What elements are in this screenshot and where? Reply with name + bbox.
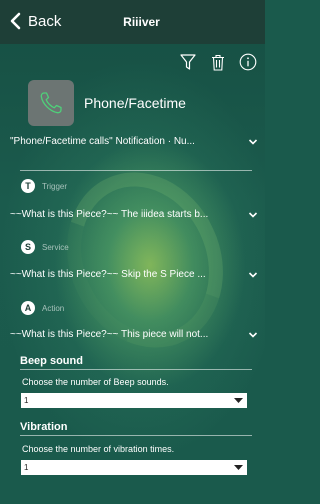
navigation-bar: Back Riiiver	[0, 0, 265, 44]
vibration-description: Choose the number of vibration times.	[22, 444, 175, 454]
chevron-down-icon	[248, 211, 258, 218]
piece-title: Phone/Facetime	[84, 95, 186, 111]
screen-background: Back Riiiver Phone/Facetime "Phone/Facet…	[0, 0, 265, 504]
page-title: Riiiver	[123, 15, 160, 29]
trash-icon	[212, 54, 224, 71]
vibration-divider	[20, 435, 252, 436]
trigger-text: ~~What is this Piece?~~ The iiidea start…	[10, 209, 209, 220]
action-dropdown[interactable]: ~~What is this Piece?~~ This piece will …	[10, 329, 258, 340]
app-icon	[28, 80, 74, 126]
service-dropdown[interactable]: ~~What is this Piece?~~ Skip the S Piece…	[10, 269, 258, 280]
trigger-label-row: T Trigger	[21, 179, 67, 193]
trigger-badge: T	[21, 179, 35, 193]
action-text: ~~What is this Piece?~~ This piece will …	[10, 329, 209, 340]
toolbar	[179, 52, 257, 72]
vibration-count-value: 1	[24, 463, 29, 472]
chevron-down-icon	[248, 271, 258, 278]
chevron-down-icon	[248, 331, 258, 338]
piece-header: Phone/Facetime	[28, 80, 186, 126]
delete-button[interactable]	[209, 52, 227, 72]
info-icon	[239, 53, 257, 71]
beep-sound-title: Beep sound	[20, 355, 83, 367]
notification-text: "Phone/Facetime calls" Notification · Nu…	[10, 136, 195, 147]
beep-divider	[20, 369, 252, 370]
vibration-title: Vibration	[20, 421, 68, 433]
service-label-row: S Service	[21, 240, 69, 254]
caret-down-icon	[234, 398, 243, 403]
filter-button[interactable]	[179, 52, 197, 72]
section-divider	[20, 170, 252, 171]
beep-description: Choose the number of Beep sounds.	[22, 377, 169, 387]
service-text: ~~What is this Piece?~~ Skip the S Piece…	[10, 269, 206, 280]
action-label: Action	[42, 303, 65, 313]
action-badge: A	[21, 301, 35, 315]
vibration-count-select[interactable]: 1	[21, 460, 247, 475]
beep-count-select[interactable]: 1	[21, 393, 247, 408]
notification-dropdown[interactable]: "Phone/Facetime calls" Notification · Nu…	[10, 136, 258, 147]
phone-icon	[40, 92, 62, 114]
service-label: Service	[42, 242, 69, 252]
info-button[interactable]	[239, 52, 257, 72]
trigger-label: Trigger	[42, 181, 68, 191]
service-badge: S	[21, 240, 35, 254]
beep-count-value: 1	[24, 396, 29, 405]
chevron-down-icon	[248, 138, 258, 145]
filter-icon	[180, 53, 196, 70]
action-label-row: A Action	[21, 301, 64, 315]
caret-down-icon	[234, 465, 243, 470]
trigger-dropdown[interactable]: ~~What is this Piece?~~ The iiidea start…	[10, 209, 258, 220]
